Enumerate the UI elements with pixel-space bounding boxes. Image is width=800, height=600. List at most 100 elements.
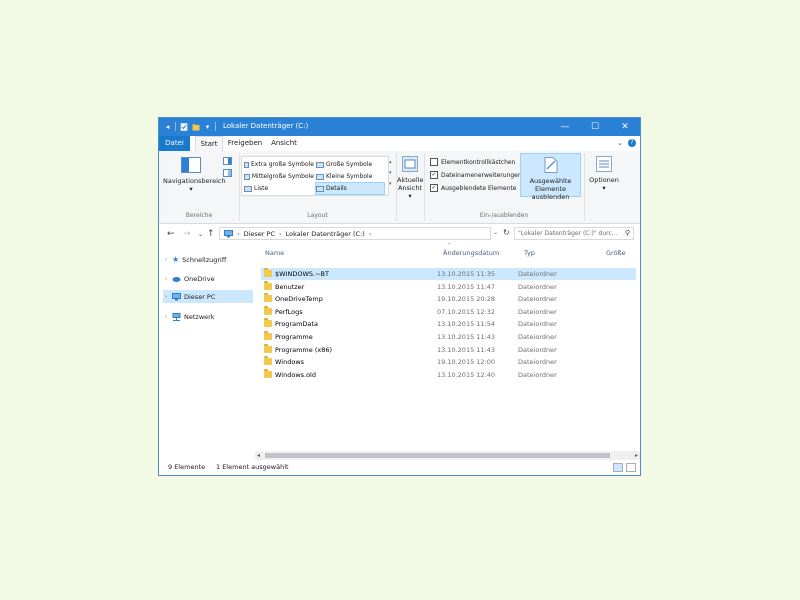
table-row[interactable]: OneDriveTemp 19.10.2015 20:28 Dateiordner	[261, 293, 636, 305]
file-type: Dateiordner	[518, 333, 557, 341]
recent-locations-icon[interactable]: ⌄	[198, 231, 203, 238]
expand-arrow-icon[interactable]: ›	[163, 257, 169, 263]
close-button[interactable]: ✕	[610, 118, 640, 136]
scroll-right-icon[interactable]: ▸	[635, 451, 638, 460]
breadcrumb-item[interactable]: Lokaler Datenträger (C:)	[286, 230, 365, 238]
checkbox-dateinamenerweiterungen[interactable]: ✓ Dateinamenerweiterungen	[430, 171, 522, 179]
expand-arrow-icon[interactable]: ›	[163, 314, 169, 320]
scrollbar-thumb[interactable]	[265, 453, 610, 458]
checkbox-box[interactable]	[430, 158, 438, 166]
checkbox-label: Ausgeblendete Elemente	[441, 184, 517, 192]
large-icons-icon	[316, 161, 324, 168]
layout-details[interactable]: Details	[315, 182, 385, 195]
dropdown-icon[interactable]: ▾	[203, 122, 212, 131]
checkbox-label: Elementkontrollkästchen	[441, 158, 516, 166]
folder-icon	[264, 318, 272, 328]
forward-arrow-icon[interactable]: →	[183, 229, 191, 239]
file-name: Windows	[275, 358, 305, 367]
table-row[interactable]: Windows 19.10.2015 12:00 Dateiordner	[261, 356, 636, 368]
nav-item-onedrive[interactable]: › OneDrive	[163, 272, 253, 285]
group-bereiche: Navigationsbereich ▾ Bereiche	[159, 153, 240, 221]
new-folder-icon[interactable]	[191, 122, 200, 131]
table-row[interactable]: $WINDOWS.~BT 13.10.2015 11:35 Dateiordner	[261, 268, 636, 280]
table-row[interactable]: ProgramData 13.10.2015 11:54 Dateiordner	[261, 318, 636, 330]
tab-freigeben[interactable]: Freigeben	[227, 136, 263, 151]
preview-pane-icon[interactable]	[223, 157, 232, 167]
file-date: 13.10.2015 11:43	[437, 333, 496, 341]
refresh-icon[interactable]: ↻	[503, 228, 510, 237]
column-header-date[interactable]: Änderungsdatum	[443, 247, 499, 259]
expand-arrow-icon[interactable]: ›	[163, 276, 169, 282]
tab-ansicht[interactable]: Ansicht	[269, 136, 299, 151]
checkbox-ausgeblendete-elemente[interactable]: ✓ Ausgeblendete Elemente	[430, 184, 517, 192]
file-name: $WINDOWS.~BT	[275, 270, 329, 278]
group-label-ein-ausblenden: Ein-/ausblenden	[479, 212, 529, 219]
nav-item-dieser-pc[interactable]: › Dieser PC	[163, 290, 253, 303]
back-arrow-icon[interactable]: ←	[167, 229, 175, 239]
checkbox-elementkontrollkaestchen[interactable]: Elementkontrollkästchen	[430, 158, 515, 166]
aktuelle-ansicht-button[interactable]: Aktuelle Ansicht ▾	[397, 156, 424, 200]
scroll-left-icon[interactable]: ◂	[257, 451, 260, 460]
table-row[interactable]: Programme 13.10.2015 11:43 Dateiordner	[261, 331, 636, 343]
back-icon[interactable]: ◂	[163, 122, 172, 131]
chevron-down-icon[interactable]: ⌄	[493, 229, 498, 236]
chevron-down-icon[interactable]: ⌄	[617, 139, 623, 147]
nav-item-label: Schnellzugriff	[182, 255, 227, 264]
tab-datei[interactable]: Datei	[159, 136, 190, 151]
tab-start[interactable]: Start	[195, 136, 223, 152]
layout-small-icons[interactable]: Kleine Symbole	[316, 171, 384, 182]
file-type: Dateiordner	[518, 345, 557, 354]
table-row[interactable]: Benutzer 13.10.2015 11:47 Dateiordner	[261, 280, 636, 293]
breadcrumb-item[interactable]: Dieser PC	[244, 230, 275, 238]
nav-item-schnellzugriff[interactable]: › ★ Schnellzugriff	[163, 253, 253, 266]
properties-icon[interactable]	[179, 122, 188, 131]
ausgewaehlte-elemente-ausblenden-button[interactable]: Ausgewählte Elemente ausblenden	[520, 153, 581, 201]
layout-label: Liste	[254, 185, 269, 192]
checkbox-box[interactable]: ✓	[430, 171, 438, 179]
layout-large-icons[interactable]: Große Symbole	[316, 159, 384, 170]
nav-item-netzwerk[interactable]: › Netzwerk	[163, 310, 253, 323]
column-header-type[interactable]: Typ	[524, 247, 535, 259]
explorer-window: ◂ ▾ Lokaler Datenträger (C:) — ☐ ✕ Datei…	[158, 117, 641, 476]
ribbon-tab-bar: Datei Start Freigeben Ansicht ⌄ ?	[159, 136, 640, 152]
layout-list[interactable]: Liste	[244, 183, 314, 194]
navigationsbereich-button[interactable]: Navigationsbereich ▾	[163, 157, 226, 193]
details-pane-icon[interactable]	[223, 169, 232, 179]
large-icons-view-button[interactable]	[626, 463, 636, 472]
layout-extra-large-icons[interactable]: Extra große Symbole	[244, 159, 314, 170]
current-view-icon	[397, 156, 423, 174]
address-field[interactable]: › Dieser PC › Lokaler Datenträger (C:) ›	[219, 227, 491, 240]
minimize-button[interactable]: —	[550, 118, 580, 136]
column-header-size[interactable]: Größe	[606, 247, 626, 259]
navigationsbereich-label: Navigationsbereich	[163, 177, 226, 185]
group-label-layout: Layout	[307, 212, 328, 219]
checkbox-box[interactable]: ✓	[430, 184, 438, 192]
file-date: 13.10.2015 11:47	[437, 282, 496, 291]
group-layout: Extra große Symbole Große Symbole Mittel…	[239, 153, 397, 221]
details-view-button[interactable]	[613, 463, 623, 472]
layout-label: Extra große Symbole	[251, 161, 314, 168]
file-date: 19.10.2015 12:00	[437, 358, 496, 367]
optionen-button[interactable]: Optionen ▾	[588, 156, 620, 192]
help-icon[interactable]: ?	[628, 139, 636, 147]
status-item-count: 9 Elemente	[168, 463, 206, 471]
table-row[interactable]: PerfLogs 07.10.2015 12:32 Dateiordner	[261, 305, 636, 318]
table-row[interactable]: Programme (x86) 13.10.2015 11:43 Dateiordn…	[261, 343, 636, 356]
maximize-button[interactable]: ☐	[580, 118, 610, 136]
status-bar: 9 Elemente 1 Element ausgewählt	[159, 460, 640, 475]
up-arrow-icon[interactable]: ↑	[207, 229, 215, 239]
large-icons-icon	[244, 161, 250, 168]
folder-icon	[264, 331, 272, 340]
gallery-scroll[interactable]: ▴ ▾ ▾	[389, 157, 392, 190]
layout-label: Kleine Symbole	[326, 173, 373, 180]
group-optionen: Optionen ▾	[584, 153, 624, 221]
nav-item-label: Dieser PC	[184, 292, 216, 301]
file-list: ^ Name Änderungsdatum Typ Größe $WINDOWS…	[255, 243, 640, 460]
expand-arrow-icon[interactable]: ›	[163, 294, 169, 300]
search-input[interactable]: "Lokaler Datenträger (C:)" durc... ⚲	[514, 227, 634, 240]
layout-medium-icons[interactable]: Mittelgroße Symbole	[244, 171, 314, 182]
file-date: 13.10.2015 11:35	[437, 270, 496, 278]
horizontal-scrollbar[interactable]: ◂ ▸	[255, 451, 640, 460]
table-row[interactable]: Windows.old 13.10.2015 12:40 Dateiordner	[261, 368, 636, 381]
column-header-name[interactable]: Name	[265, 247, 284, 259]
